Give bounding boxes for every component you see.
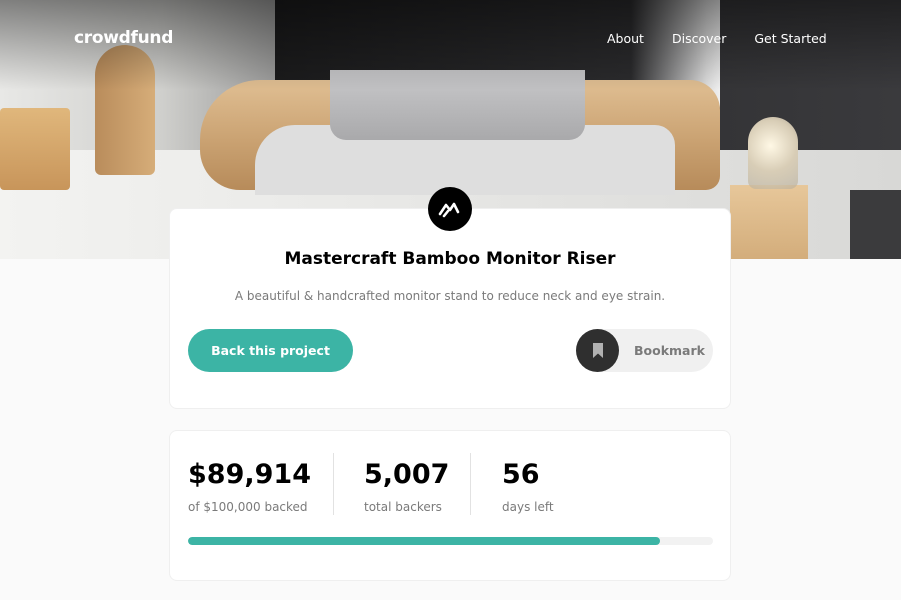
bookmark-circle xyxy=(576,329,619,372)
stat-divider xyxy=(333,453,334,515)
bookmark-icon xyxy=(592,343,603,358)
main-nav: About Discover Get Started xyxy=(607,31,855,46)
stat-backers-value: 5,007 xyxy=(364,459,450,490)
project-title: Mastercraft Bamboo Monitor Riser xyxy=(284,249,616,269)
hero-pencil-cup xyxy=(0,108,70,190)
stat-divider xyxy=(470,453,471,515)
stat-days-label: days left xyxy=(502,500,554,514)
hero-lamp-base xyxy=(730,185,808,259)
stat-backers: 5,007 total backers xyxy=(364,459,449,514)
nav-discover[interactable]: Discover xyxy=(672,31,726,46)
hero-bulb xyxy=(748,117,798,189)
nav-about[interactable]: About xyxy=(607,31,644,46)
progress-fill xyxy=(188,537,661,545)
project-card: Mastercraft Bamboo Monitor Riser A beaut… xyxy=(169,208,731,409)
stat-backers-label: total backers xyxy=(364,500,442,514)
stat-backed-value: $89,914 xyxy=(188,459,311,490)
stat-backed: $89,914 of $100,000 backed xyxy=(188,459,311,514)
nav-get-started[interactable]: Get Started xyxy=(754,31,826,46)
mastercraft-logo-glyph xyxy=(438,202,460,218)
hero-keyboard xyxy=(850,190,901,259)
stat-days: 56 days left xyxy=(502,459,554,514)
stat-days-value: 56 xyxy=(502,459,540,490)
stats-card: $89,914 of $100,000 backed 5,007 total b… xyxy=(169,430,731,581)
brand-logo[interactable]: crowdfund xyxy=(74,28,173,48)
bookmark-button[interactable]: Bookmark xyxy=(576,329,713,372)
stat-backed-label: of $100,000 backed xyxy=(188,500,308,514)
mastercraft-logo-icon xyxy=(428,187,472,231)
bookmark-label: Bookmark xyxy=(634,343,705,358)
back-project-button[interactable]: Back this project xyxy=(188,329,353,372)
progress-bar xyxy=(188,537,713,545)
project-description: A beautiful & handcrafted monitor stand … xyxy=(234,289,666,303)
